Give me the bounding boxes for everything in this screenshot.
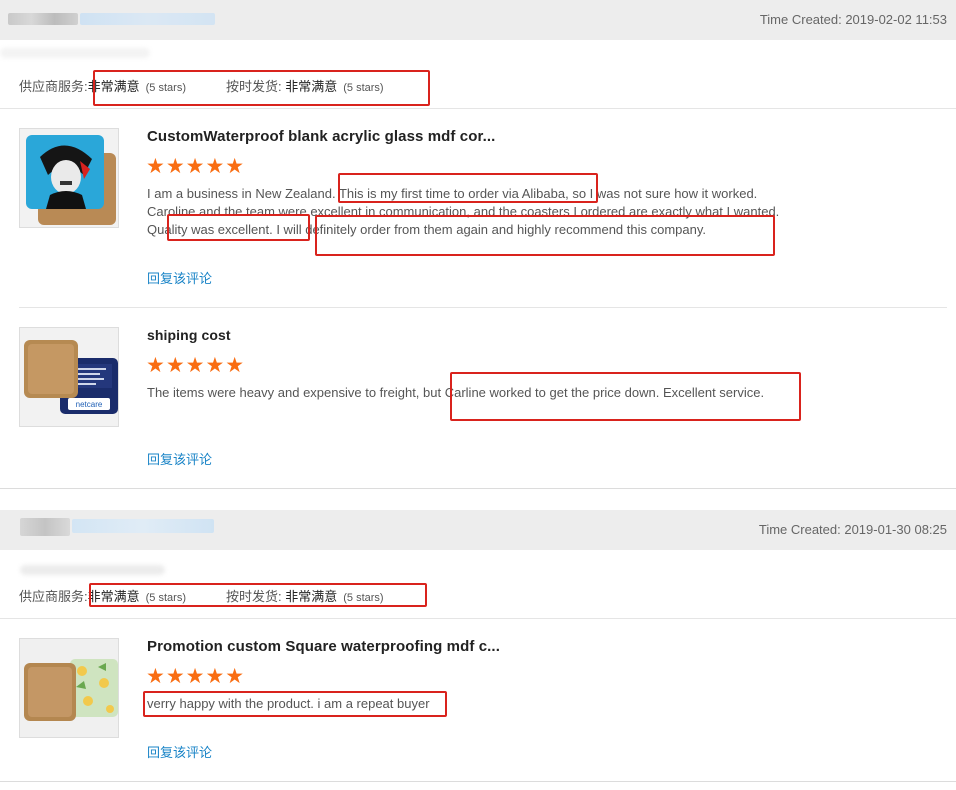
on-time-shipping-label: 按时发货: (225, 589, 282, 604)
time-created: Time Created: 2019-01-30 08:25 (758, 522, 947, 537)
review-text: verry happy with the product. i am a rep… (147, 696, 430, 711)
supplier-service-value: 非常满意 (87, 589, 140, 604)
supplier-service-stars: (5 stars) (145, 82, 186, 94)
order-header: Time Created: 2019-01-30 08:25 (0, 510, 956, 550)
review-text: The items were heavy and expensive to fr… (147, 385, 765, 400)
blurred-text (20, 565, 165, 575)
supplier-service-label: 供应商服务: (19, 589, 88, 604)
on-time-shipping-stars: (5 stars) (343, 82, 384, 94)
divider (0, 618, 956, 619)
product-title[interactable]: CustomWaterproof blank acrylic glass mdf… (147, 128, 495, 145)
rating-stars: ★★★★★ (146, 665, 246, 688)
order-ratings: 供应商服务:非常满意 (5 stars) 按时发货: 非常满意 (5 stars) (19, 76, 384, 95)
order-ratings: 供应商服务:非常满意 (5 stars) 按时发货: 非常满意 (5 stars) (19, 586, 384, 605)
product-title[interactable]: shiping cost (147, 327, 231, 343)
rating-stars: ★★★★★ (146, 155, 246, 178)
product-title[interactable]: Promotion custom Square waterproofing md… (147, 638, 500, 655)
supplier-service-value: 非常满意 (87, 79, 140, 94)
on-time-shipping-stars: (5 stars) (343, 592, 384, 604)
blurred-text (0, 48, 150, 58)
on-time-shipping-value: 非常满意 (285, 589, 338, 604)
divider (0, 488, 956, 489)
order-header: Time Created: 2019-02-02 11:53 (0, 0, 956, 40)
product-image[interactable]: netcare (19, 327, 119, 427)
divider (19, 307, 947, 308)
review-text: I am a business in New Zealand. This is … (147, 186, 780, 237)
product-image[interactable] (19, 638, 119, 738)
reply-to-review-link[interactable]: 回复该评论 (147, 449, 212, 468)
product-image[interactable] (19, 128, 119, 228)
time-created: Time Created: 2019-02-02 11:53 (759, 12, 947, 27)
buyer-country-blurred (72, 519, 214, 533)
buyer-country-blurred (80, 13, 215, 25)
buyer-name-blurred (20, 518, 70, 536)
supplier-service-label: 供应商服务: (19, 79, 88, 94)
product-image-netcare-text: netcare (76, 400, 103, 409)
reply-to-review-link[interactable]: 回复该评论 (147, 742, 212, 761)
buyer-name-blurred (8, 13, 78, 25)
on-time-shipping-label: 按时发货: (225, 79, 282, 94)
rating-stars: ★★★★★ (146, 354, 246, 377)
on-time-shipping-value: 非常满意 (285, 79, 338, 94)
divider (0, 108, 956, 109)
supplier-service-stars: (5 stars) (145, 592, 186, 604)
divider (0, 781, 956, 782)
reply-to-review-link[interactable]: 回复该评论 (147, 268, 212, 287)
